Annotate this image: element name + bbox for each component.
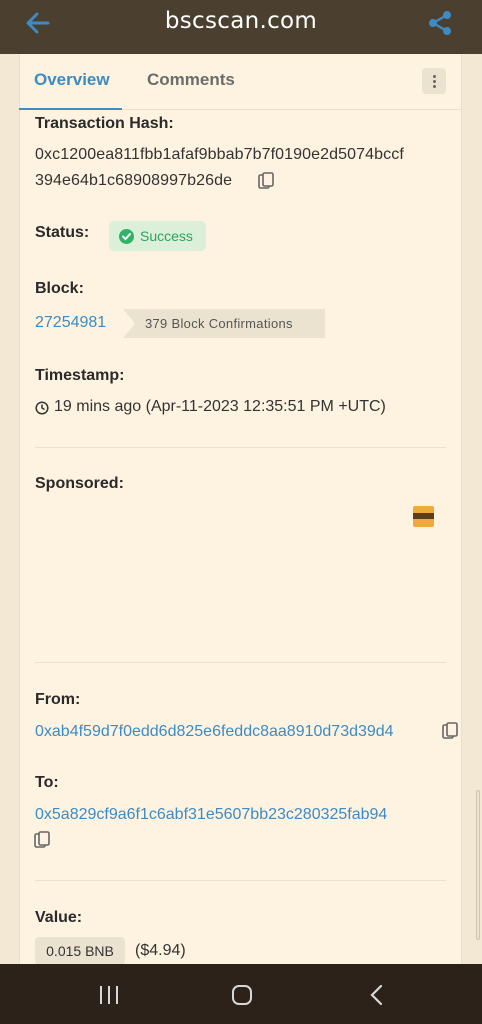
value-label: Value:: [35, 909, 83, 926]
copy-to-address-icon[interactable]: [34, 831, 50, 849]
value-amount-badge: 0.015 BNB: [35, 937, 125, 965]
check-circle-icon: [119, 228, 134, 244]
value-usd: ($4.94): [135, 942, 186, 959]
more-options-button[interactable]: [422, 68, 446, 94]
block-label: Block:: [35, 280, 84, 297]
block-confirmations-text: 379 Block Confirmations: [145, 316, 293, 331]
browser-header: bscscan.com: [0, 0, 482, 54]
status-badge: Success: [109, 221, 206, 251]
sponsor-logo-icon[interactable]: [413, 506, 434, 527]
active-tab-indicator: [19, 108, 122, 110]
block-number-link[interactable]: 27254981: [35, 314, 106, 332]
status-text: Success: [140, 228, 193, 244]
status-label: Status:: [35, 224, 90, 241]
transaction-card: [19, 54, 462, 964]
clock-icon: [35, 401, 49, 415]
copy-hash-icon[interactable]: [258, 172, 274, 190]
tab-comments[interactable]: Comments: [147, 70, 235, 90]
hash-value-line2: 394e64b1c68908997b26de: [35, 172, 233, 189]
from-address-link[interactable]: 0xab4f59d7f0edd6d825e6feddc8aa8910d73d39…: [35, 723, 394, 741]
hash-label: Transaction Hash:: [35, 115, 174, 132]
to-address-link[interactable]: 0x5a829cf9a6f1c6abf31e5607bb23c280325fab…: [35, 806, 387, 824]
copy-from-address-icon[interactable]: [442, 722, 458, 740]
share-icon[interactable]: [426, 9, 454, 37]
to-label: To:: [35, 774, 59, 791]
recent-apps-icon[interactable]: [95, 982, 123, 1008]
divider: [35, 662, 446, 663]
site-title: bscscan.com: [164, 8, 318, 34]
divider: [35, 880, 446, 881]
tab-overview[interactable]: Overview: [34, 70, 110, 90]
from-label: From:: [35, 691, 81, 708]
divider: [35, 447, 446, 448]
nav-back-icon[interactable]: [364, 982, 392, 1008]
value-amount: 0.015 BNB: [46, 943, 114, 959]
timestamp-label: Timestamp:: [35, 367, 125, 384]
scrollbar[interactable]: [476, 790, 480, 940]
block-confirmations-badge: 379 Block Confirmations: [123, 309, 325, 338]
sponsored-label: Sponsored:: [35, 475, 124, 492]
system-navigation-bar: [0, 964, 482, 1024]
tab-bar: Overview Comments: [19, 54, 462, 110]
timestamp-value: 19 mins ago (Apr-11-2023 12:35:51 PM +UT…: [54, 398, 386, 415]
hash-value-line1: 0xc1200ea811fbb1afaf9bbab7b7f0190e2d5074…: [35, 146, 404, 163]
arrow-left-icon[interactable]: [24, 9, 52, 37]
home-icon[interactable]: [228, 982, 256, 1008]
